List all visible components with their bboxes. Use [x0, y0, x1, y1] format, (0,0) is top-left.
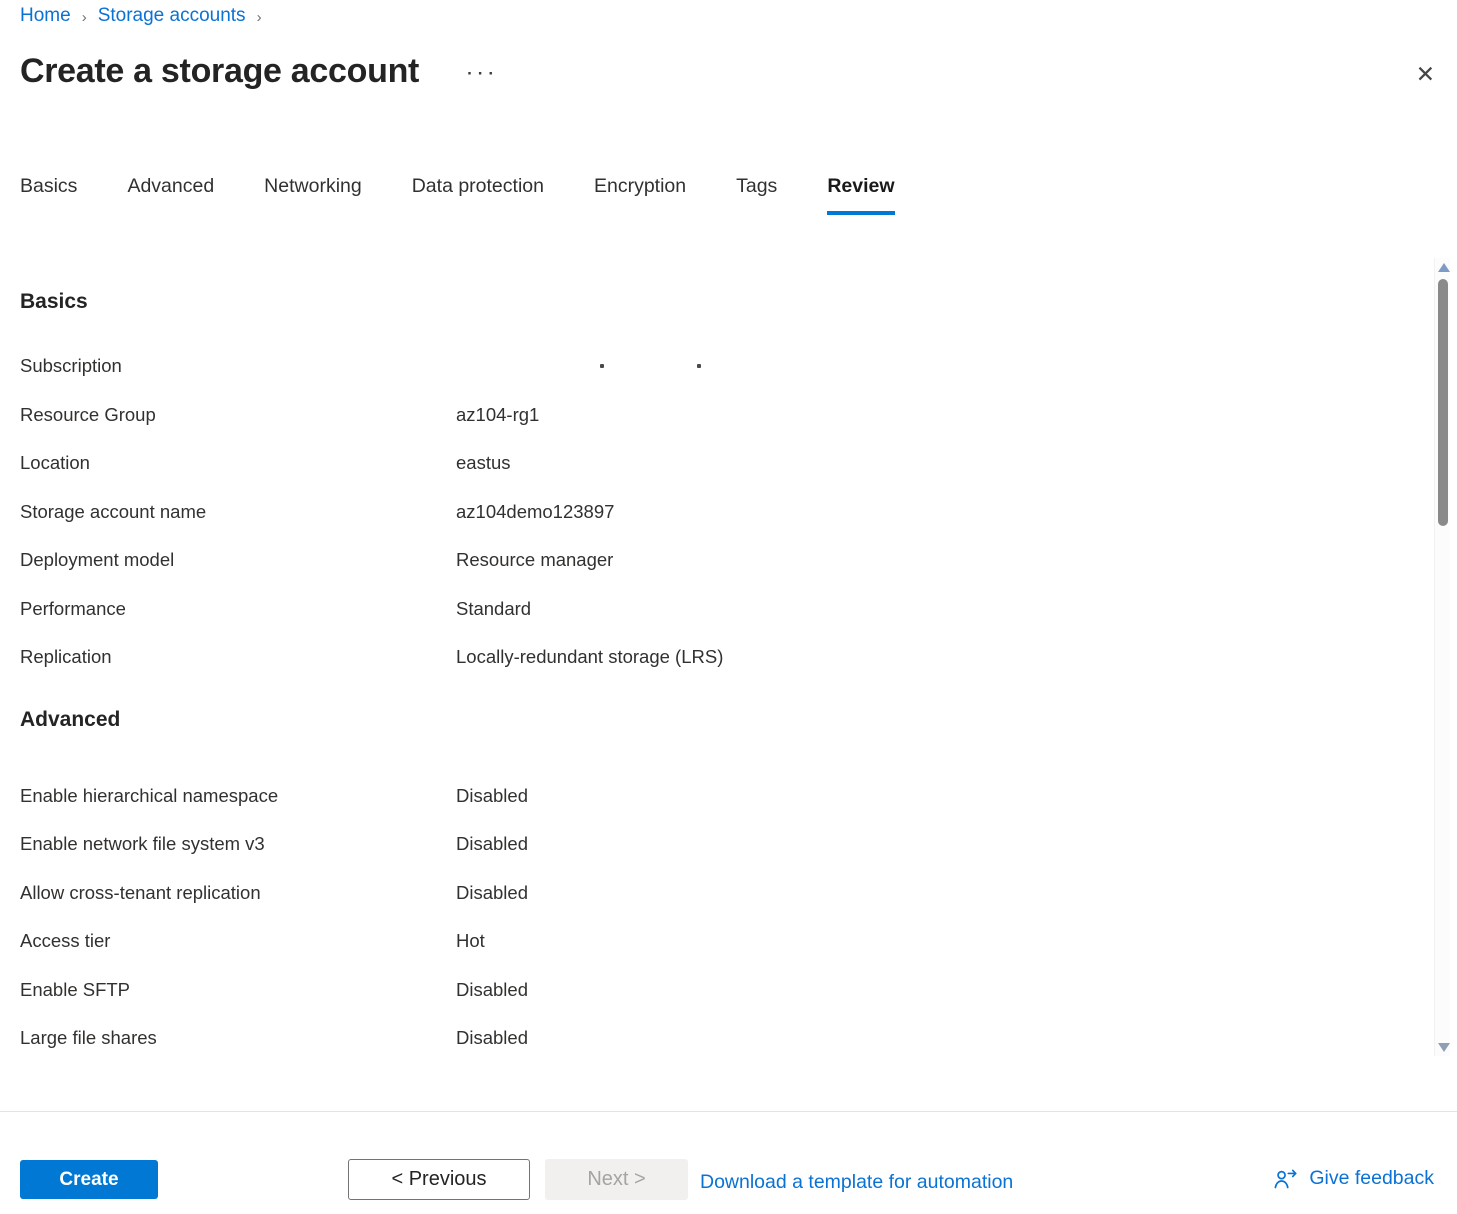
section-heading-advanced: Advanced — [20, 708, 1430, 732]
page-header: Create a storage account ··· — [20, 52, 499, 91]
row-label: Resource Group — [20, 404, 456, 426]
tab-bar: Basics Advanced Networking Data protection E… — [20, 175, 895, 215]
review-row-deployment-model: Deployment modelResource manager — [0, 536, 1430, 585]
breadcrumb-link-home[interactable]: Home — [20, 5, 71, 27]
row-label: Subscription — [20, 355, 456, 377]
scroll-up-arrow-icon[interactable] — [1438, 263, 1450, 272]
row-label: Location — [20, 452, 456, 474]
scroll-down-arrow-icon[interactable] — [1438, 1043, 1450, 1052]
download-template-link[interactable]: Download a template for automation — [700, 1171, 1013, 1194]
review-row-enable-hierarchical-namespace: Enable hierarchical namespaceDisabled — [0, 772, 1430, 821]
row-label: Allow cross-tenant replication — [20, 882, 456, 904]
row-value: Disabled — [456, 833, 528, 855]
row-label: Deployment model — [20, 549, 456, 571]
page-title: Create a storage account — [20, 52, 419, 91]
row-value: Resource manager — [456, 549, 613, 571]
row-value: az104-rg1 — [456, 404, 539, 426]
section-rows-advanced: Enable hierarchical namespaceDisabledEna… — [0, 772, 1430, 1063]
row-value: Disabled — [456, 882, 528, 904]
tab-networking[interactable]: Networking — [264, 175, 362, 215]
redacted-value-artifact — [697, 364, 701, 368]
scrollbar-thumb[interactable] — [1438, 279, 1448, 526]
tab-encryption[interactable]: Encryption — [594, 175, 686, 215]
review-row-resource-group: Resource Groupaz104-rg1 — [0, 391, 1430, 440]
review-row-performance: PerformanceStandard — [0, 585, 1430, 634]
review-row-access-tier: Access tierHot — [0, 917, 1430, 966]
row-value: Hot — [456, 930, 485, 952]
give-feedback-link[interactable]: Give feedback — [1272, 1165, 1434, 1192]
review-row-location: Locationeastus — [0, 439, 1430, 488]
review-row-large-file-shares: Large file sharesDisabled — [0, 1014, 1430, 1063]
row-label: Replication — [20, 646, 456, 668]
breadcrumb-link-storage-accounts[interactable]: Storage accounts — [98, 5, 246, 27]
close-icon[interactable]: ✕ — [1416, 63, 1435, 86]
feedback-icon — [1272, 1165, 1299, 1192]
feedback-label: Give feedback — [1309, 1167, 1434, 1190]
review-row-subscription: Subscription — [0, 342, 1430, 391]
review-row-enable-network-file-system-v3: Enable network file system v3Disabled — [0, 820, 1430, 869]
row-label: Enable SFTP — [20, 979, 456, 1001]
row-label: Access tier — [20, 930, 456, 952]
next-button[interactable]: Next > — [545, 1159, 688, 1200]
tab-advanced[interactable]: Advanced — [127, 175, 214, 215]
breadcrumb-separator-icon: › — [257, 9, 262, 26]
section-heading-basics: Basics — [20, 290, 1430, 314]
row-label: Enable hierarchical namespace — [20, 785, 456, 807]
row-label: Large file shares — [20, 1027, 456, 1049]
section-rows-basics: SubscriptionResource Groupaz104-rg1Locat… — [0, 342, 1430, 682]
row-label: Performance — [20, 598, 456, 620]
review-row-replication: ReplicationLocally-redundant storage (LR… — [0, 633, 1430, 682]
row-value: eastus — [456, 452, 511, 474]
more-options-icon[interactable]: ··· — [467, 64, 499, 84]
tab-basics[interactable]: Basics — [20, 175, 77, 215]
tab-data-protection[interactable]: Data protection — [412, 175, 544, 215]
create-button[interactable]: Create — [20, 1160, 158, 1199]
breadcrumb-separator-icon: › — [82, 9, 87, 26]
tab-tags[interactable]: Tags — [736, 175, 777, 215]
row-value: Locally-redundant storage (LRS) — [456, 646, 723, 668]
row-value: Disabled — [456, 1027, 528, 1049]
review-row-enable-sftp: Enable SFTPDisabled — [0, 966, 1430, 1015]
footer-divider — [0, 1111, 1457, 1112]
review-row-storage-account-name: Storage account nameaz104demo123897 — [0, 488, 1430, 537]
vertical-scrollbar[interactable] — [1434, 258, 1450, 1056]
row-value: Disabled — [456, 785, 528, 807]
previous-button[interactable]: < Previous — [348, 1159, 530, 1200]
tab-review[interactable]: Review — [827, 175, 894, 215]
row-value: Disabled — [456, 979, 528, 1001]
review-row-allow-cross-tenant-replication: Allow cross-tenant replicationDisabled — [0, 869, 1430, 918]
row-label: Enable network file system v3 — [20, 833, 456, 855]
row-value: az104demo123897 — [456, 501, 614, 523]
row-value: Standard — [456, 598, 531, 620]
row-label: Storage account name — [20, 501, 456, 523]
redacted-value-artifact — [600, 364, 604, 368]
review-content: Basics Subscription Resource Groupaz104-rg… — [0, 258, 1430, 1063]
breadcrumb: Home › Storage accounts › — [20, 5, 262, 27]
